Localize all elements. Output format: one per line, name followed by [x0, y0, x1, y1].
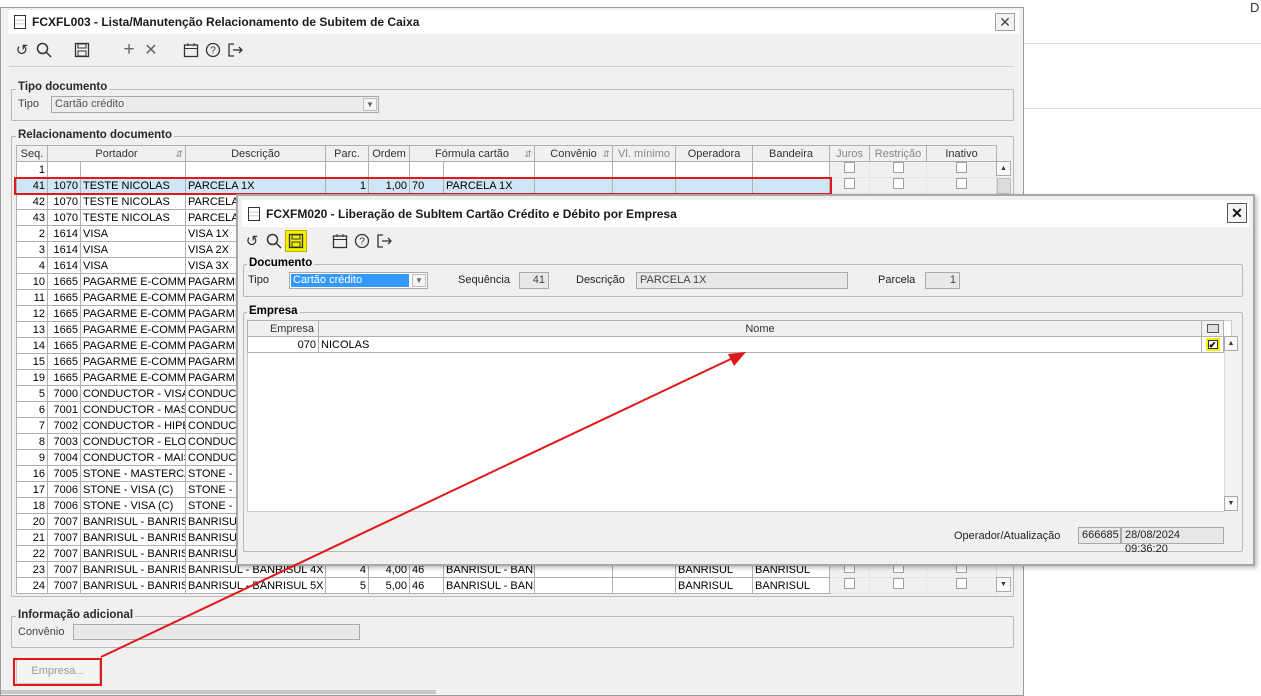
annotation-arrow — [100, 352, 746, 658]
